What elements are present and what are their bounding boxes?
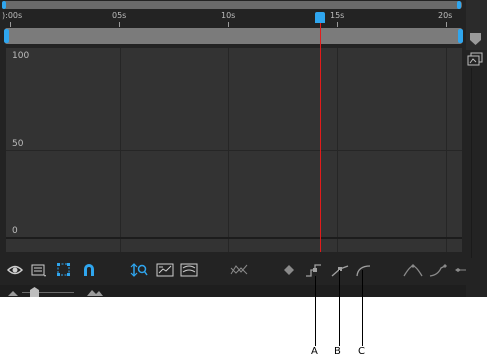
- zoom-in-icon[interactable]: [86, 288, 104, 297]
- time-tick: [446, 22, 447, 27]
- transform-box-icon[interactable]: [56, 262, 72, 278]
- time-tick: [119, 22, 120, 27]
- fit-selection-icon[interactable]: [130, 262, 148, 278]
- easy-ease-out-icon[interactable]: [453, 262, 466, 278]
- callout-line-b: [339, 270, 340, 346]
- zoom-out-icon[interactable]: [7, 289, 19, 297]
- zoom-navigator-strip: [0, 285, 466, 297]
- snap-icon[interactable]: [81, 262, 97, 278]
- navigator-start-handle[interactable]: [4, 29, 9, 43]
- callout-label-b: B: [334, 346, 341, 357]
- zoom-slider-thumb[interactable]: [30, 287, 39, 297]
- grid-line: [6, 150, 462, 151]
- work-area-end-handle[interactable]: [457, 1, 461, 9]
- current-time-indicator-handle[interactable]: [315, 12, 325, 23]
- time-tick: [228, 22, 229, 27]
- time-navigator-end-marker[interactable]: [469, 32, 482, 46]
- scrollbar-track[interactable]: [471, 68, 472, 258]
- time-label-05s: 05s: [112, 11, 127, 20]
- y-label-100: 100: [12, 51, 30, 61]
- callout-line-c: [362, 270, 363, 346]
- eye-icon[interactable]: [6, 262, 24, 278]
- graph-editor-panel: ):00s 05s 10s 15s 20s 100 50 0: [0, 0, 466, 297]
- graph-area[interactable]: [6, 48, 462, 252]
- time-tick: [337, 22, 338, 27]
- zoom-fit-icon[interactable]: [180, 262, 198, 278]
- separate-dimensions-icon[interactable]: [229, 262, 249, 278]
- easy-ease-in-icon[interactable]: [429, 262, 449, 278]
- time-label-15s: 15s: [330, 11, 345, 20]
- graph-type-menu-icon[interactable]: [30, 262, 48, 278]
- work-area-start-handle[interactable]: [2, 1, 6, 9]
- right-side-strip: [466, 0, 487, 297]
- time-tick: [10, 22, 11, 27]
- navigator-end-handle[interactable]: [458, 29, 463, 43]
- time-label-0: ):00s: [2, 11, 23, 20]
- time-label-20s: 20s: [438, 11, 453, 20]
- y-label-0: 0: [12, 226, 18, 236]
- time-label-10s: 10s: [221, 11, 236, 20]
- time-navigator-bar[interactable]: [5, 28, 462, 44]
- edit-keyframe-icon[interactable]: [281, 262, 297, 278]
- linear-keyframe-icon[interactable]: [331, 262, 349, 278]
- graph-snapshot-icon[interactable]: [467, 52, 484, 66]
- hold-keyframe-icon[interactable]: [305, 262, 323, 278]
- fit-all-icon[interactable]: [156, 262, 174, 278]
- y-label-50: 50: [12, 139, 24, 149]
- current-time-indicator-line[interactable]: [320, 22, 321, 252]
- callout-label-c: C: [358, 346, 365, 357]
- work-area-bar[interactable]: [3, 1, 462, 9]
- auto-bezier-icon[interactable]: [354, 262, 372, 278]
- callout-label-a: A: [311, 346, 318, 357]
- callout-line-a: [315, 276, 316, 346]
- zero-line: [6, 237, 462, 239]
- easy-ease-icon[interactable]: [403, 262, 423, 278]
